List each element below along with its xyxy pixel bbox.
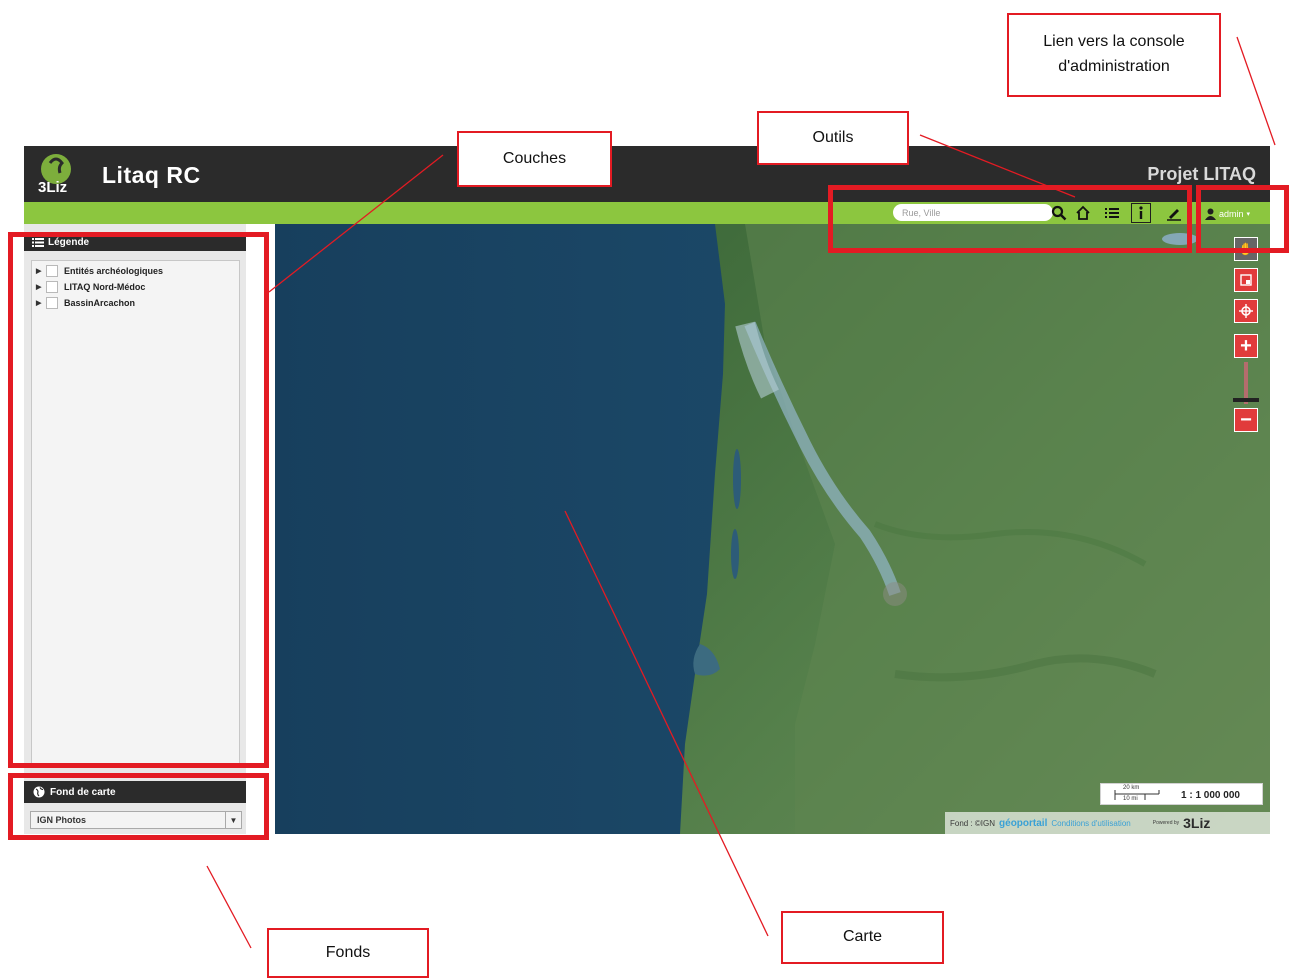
attribution-prefix: Fond : ©IGN [950,818,996,828]
scale-mi-label: 10 mi [1123,796,1138,802]
powered-by-label: Powered by [1152,820,1180,826]
highlight-box-layers [8,232,269,768]
zoom-in-button[interactable]: + [1234,334,1258,358]
zoom-out-button[interactable]: − [1234,408,1258,432]
map-canvas[interactable] [275,224,1270,834]
app-title: Litaq RC [102,162,201,188]
app-logo[interactable]: 3Liz [36,151,88,196]
zoom-in-icon: + [1240,334,1252,357]
zoom-box-button[interactable] [1234,268,1258,292]
callout-tools: Outils [757,111,909,165]
locate-button[interactable] [1234,299,1258,323]
attribution-bar: Fond : ©IGN géoportail Conditions d'util… [945,812,1270,834]
scale-km-label: 20 km [1123,785,1140,791]
callout-map: Carte [781,911,944,964]
terms-link[interactable]: Conditions d'utilisation [1051,819,1130,828]
callout-admin-link: Lien vers la console d'administration [1007,13,1221,97]
scale-ratio: 1 : 1 000 000 [1181,790,1240,801]
zoom-slider-handle[interactable] [1233,398,1259,402]
zoom-out-icon: − [1240,408,1252,431]
credit-logo[interactable]: 3Liz [1183,815,1210,831]
highlight-box-admin [1196,185,1289,253]
geoportail-logo[interactable]: géoportail [999,818,1047,829]
highlight-box-tools [828,185,1192,253]
highlight-box-backgrounds [8,773,269,840]
project-title: Projet LITAQ [1147,164,1256,184]
satellite-map-image [275,224,1270,834]
locate-icon [1239,304,1253,318]
zoom-box-icon [1240,274,1252,286]
logo-text: 3Liz [38,179,67,195]
callout-backgrounds: Fonds [267,928,429,978]
callout-layers: Couches [457,131,612,187]
